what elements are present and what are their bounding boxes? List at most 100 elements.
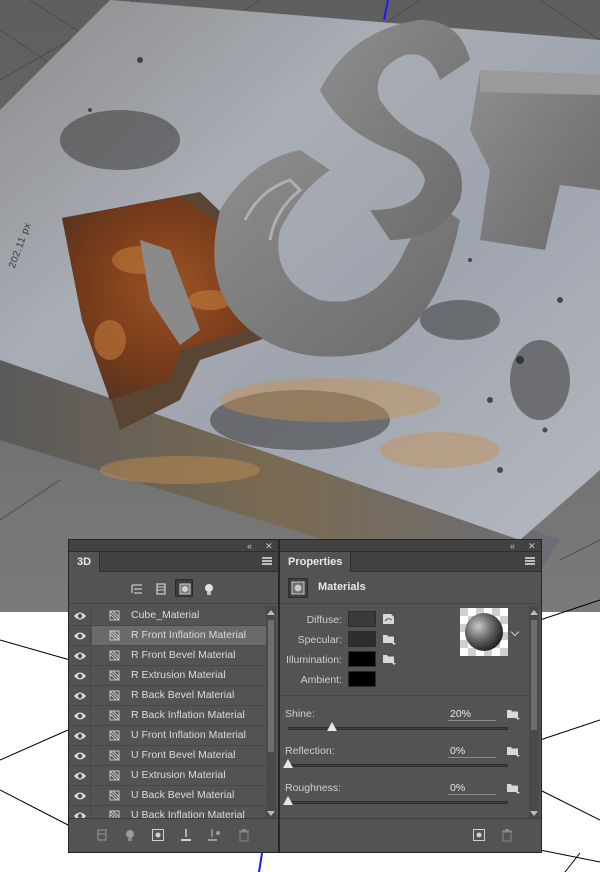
- color-swatch[interactable]: [348, 671, 376, 687]
- material-icon: [109, 669, 121, 682]
- eye-icon[interactable]: [73, 730, 87, 742]
- eye-icon[interactable]: [73, 750, 87, 762]
- slider-value-input[interactable]: 0%: [448, 782, 496, 795]
- folder-icon[interactable]: [382, 633, 396, 645]
- folder-icon[interactable]: [506, 708, 520, 720]
- visibility-toggle[interactable]: [69, 706, 91, 725]
- eye-icon[interactable]: [73, 650, 87, 662]
- panel-properties-topbar[interactable]: « ✕: [280, 540, 541, 552]
- visibility-toggle[interactable]: [69, 646, 91, 665]
- visibility-toggle[interactable]: [69, 606, 91, 625]
- list-item[interactable]: U Front Bevel Material: [69, 746, 267, 766]
- scroll-down-icon[interactable]: [267, 811, 275, 816]
- list-item[interactable]: R Front Bevel Material: [69, 646, 267, 666]
- drop-light-icon[interactable]: [207, 828, 221, 842]
- visibility-toggle[interactable]: [69, 686, 91, 705]
- collapse-icon[interactable]: «: [510, 540, 515, 552]
- divider: [280, 695, 530, 696]
- section-title: Materials: [318, 581, 366, 593]
- list-item[interactable]: U Front Inflation Material: [69, 726, 267, 746]
- list-item[interactable]: R Extrusion Material: [69, 666, 267, 686]
- visibility-toggle[interactable]: [69, 726, 91, 745]
- light-filter-icon[interactable]: [199, 579, 217, 597]
- eye-icon[interactable]: [73, 630, 87, 642]
- properties-scrollbar[interactable]: [529, 606, 539, 820]
- material-filter-icon[interactable]: [175, 579, 193, 597]
- tab-3d[interactable]: 3D: [69, 552, 101, 572]
- filter-toolbar: [69, 572, 278, 604]
- list-item[interactable]: R Front Inflation Material: [69, 626, 267, 646]
- eye-icon[interactable]: [73, 670, 87, 682]
- panel-menu-icon[interactable]: [262, 557, 272, 565]
- folder-icon[interactable]: [382, 653, 396, 665]
- list-scroll-thumb[interactable]: [268, 620, 274, 752]
- close-icon[interactable]: ✕: [528, 540, 536, 552]
- color-property-row: Specular:: [280, 631, 530, 649]
- panel-menu-icon[interactable]: [525, 557, 535, 565]
- close-icon[interactable]: ✕: [265, 540, 273, 552]
- panel-3d-topbar[interactable]: « ✕: [69, 540, 278, 552]
- eye-icon[interactable]: [73, 690, 87, 702]
- eye-icon[interactable]: [73, 790, 87, 802]
- list-item[interactable]: R Back Bevel Material: [69, 686, 267, 706]
- list-item[interactable]: U Extrusion Material: [69, 766, 267, 786]
- material-icon: [109, 729, 121, 742]
- visibility-toggle[interactable]: [69, 786, 91, 805]
- collapse-icon[interactable]: «: [247, 540, 252, 552]
- color-swatch[interactable]: [348, 651, 376, 667]
- folder-icon[interactable]: [506, 745, 520, 757]
- slider-track[interactable]: [288, 764, 508, 767]
- list-item[interactable]: Cube_Material: [69, 606, 267, 626]
- color-swatch[interactable]: [348, 631, 376, 647]
- list-item-label: U Front Bevel Material: [131, 749, 236, 761]
- list-item-label: U Back Bevel Material: [131, 789, 235, 801]
- trash-icon[interactable]: [237, 828, 251, 842]
- material-icon: [109, 649, 121, 662]
- scene-filter-icon[interactable]: [127, 579, 145, 597]
- folder-icon[interactable]: [506, 782, 520, 794]
- properties-panel: « ✕ Properties Materials Diffuse: Specula…: [279, 539, 542, 853]
- list-item[interactable]: U Back Bevel Material: [69, 786, 267, 806]
- drop-to-ground-icon[interactable]: [179, 828, 193, 842]
- slider-thumb[interactable]: [327, 722, 337, 731]
- properties-header: Materials: [280, 572, 541, 604]
- property-label: Diffuse:: [306, 614, 342, 626]
- slider-track[interactable]: [288, 801, 508, 804]
- texture-icon[interactable]: [382, 613, 396, 625]
- slider-label: Reflection:: [285, 745, 335, 757]
- visibility-toggle[interactable]: [69, 666, 91, 685]
- visibility-toggle[interactable]: [69, 746, 91, 765]
- mesh-filter-icon[interactable]: [151, 579, 169, 597]
- trash-icon[interactable]: [500, 828, 514, 842]
- properties-scroll-thumb[interactable]: [531, 620, 537, 730]
- scroll-down-icon[interactable]: [530, 811, 538, 816]
- visibility-toggle[interactable]: [69, 626, 91, 645]
- eye-icon[interactable]: [73, 610, 87, 622]
- render-icon[interactable]: [472, 828, 486, 842]
- slider-value-input[interactable]: 20%: [448, 708, 496, 721]
- mesh-icon[interactable]: [95, 828, 109, 842]
- material-icon: [109, 709, 121, 722]
- scroll-up-icon[interactable]: [530, 610, 538, 615]
- materials-icon: [288, 578, 308, 598]
- 3d-panel: « ✕ 3D Cube_Material R Front Inflation Ma…: [68, 539, 279, 853]
- slider-track[interactable]: [288, 727, 508, 730]
- slider-thumb[interactable]: [283, 759, 293, 768]
- list-item-label: Cube_Material: [131, 609, 200, 621]
- panel-3d-tabrow: 3D: [69, 552, 278, 572]
- material-icon: [109, 629, 121, 642]
- eye-icon[interactable]: [73, 770, 87, 782]
- visibility-toggle[interactable]: [69, 766, 91, 785]
- slider-thumb[interactable]: [283, 796, 293, 805]
- list-item[interactable]: R Back Inflation Material: [69, 706, 267, 726]
- eye-icon[interactable]: [73, 710, 87, 722]
- tab-properties[interactable]: Properties: [280, 552, 352, 572]
- scroll-up-icon[interactable]: [267, 610, 275, 615]
- color-swatch[interactable]: [348, 611, 376, 627]
- list-scrollbar[interactable]: [266, 606, 276, 820]
- render-icon[interactable]: [151, 828, 165, 842]
- slider-value-input[interactable]: 0%: [448, 745, 496, 758]
- property-label: Ambient:: [300, 674, 342, 686]
- slider-property: Roughness: 0%: [280, 782, 530, 819]
- add-light-icon[interactable]: [123, 828, 137, 842]
